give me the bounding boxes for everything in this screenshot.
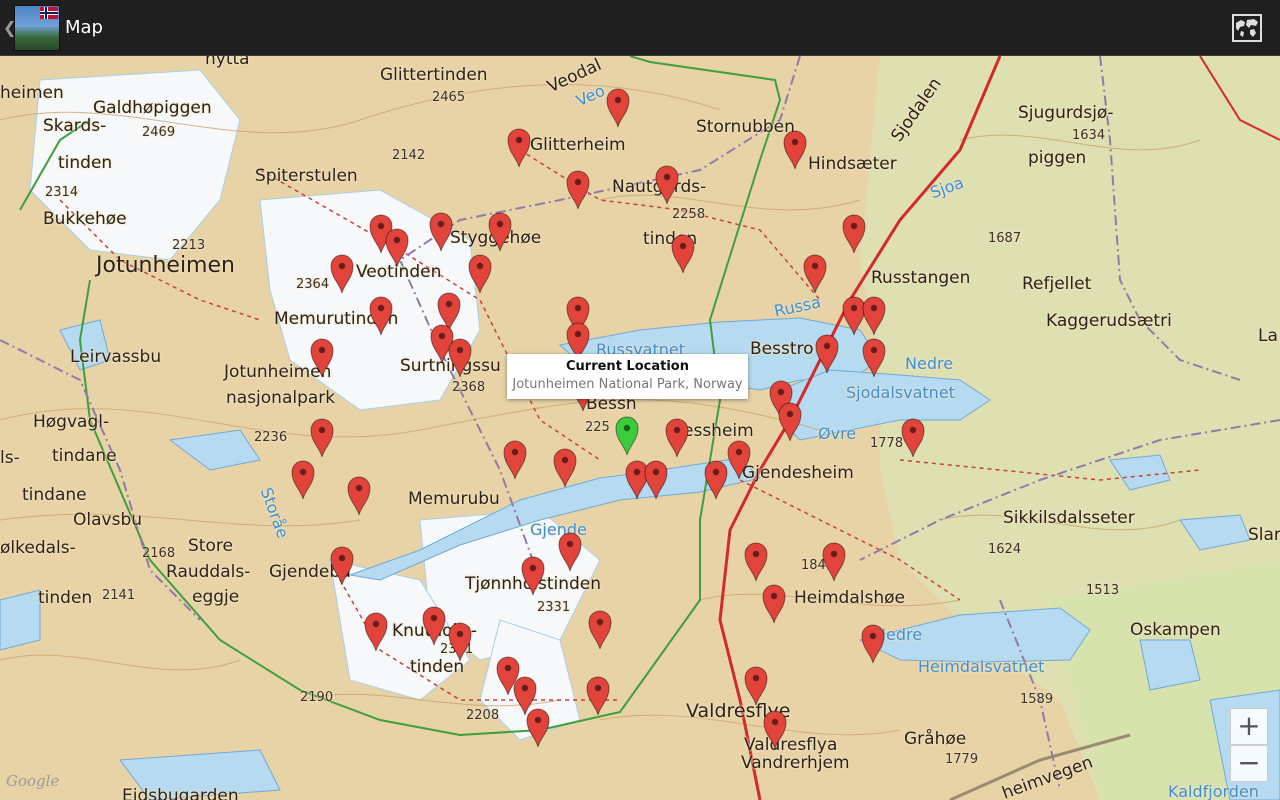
map-marker-icon[interactable] <box>507 128 531 168</box>
map-marker-icon[interactable] <box>422 606 446 646</box>
info-window-title: Current Location <box>566 359 689 374</box>
map-marker-icon[interactable] <box>521 556 545 596</box>
map-marker-icon[interactable] <box>655 165 679 205</box>
map-marker-icon[interactable] <box>862 338 886 378</box>
map-marker-icon[interactable] <box>558 532 582 572</box>
map-marker-icon[interactable] <box>842 214 866 254</box>
norway-flag-icon <box>40 7 58 19</box>
map-marker-icon[interactable] <box>588 610 612 650</box>
map-marker-icon[interactable] <box>815 334 839 374</box>
map-marker-icon[interactable] <box>727 440 751 480</box>
app-logo-icon[interactable] <box>14 5 60 51</box>
map-marker-icon[interactable] <box>310 338 334 378</box>
world-map-icon[interactable] <box>1232 14 1262 42</box>
map-marker-icon[interactable] <box>778 402 802 442</box>
map-marker-icon[interactable] <box>803 254 827 294</box>
current-location-marker-icon[interactable] <box>615 416 639 456</box>
map-marker-icon[interactable] <box>291 460 315 500</box>
map-marker-icon[interactable] <box>448 338 472 378</box>
map-marker-icon[interactable] <box>901 418 925 458</box>
zoom-out-button[interactable]: − <box>1230 745 1268 782</box>
map-marker-icon[interactable] <box>347 476 371 516</box>
map-marker-icon[interactable] <box>526 708 550 748</box>
map-marker-icon[interactable] <box>783 130 807 170</box>
google-attribution: Google <box>6 772 60 790</box>
map-marker-icon[interactable] <box>553 448 577 488</box>
map-marker-icon[interactable] <box>429 212 453 252</box>
action-bar: ❮ Map <box>0 0 1280 56</box>
map-marker-icon[interactable] <box>606 88 630 128</box>
map-marker-icon[interactable] <box>448 622 472 662</box>
map-marker-icon[interactable] <box>671 234 695 274</box>
map-marker-icon[interactable] <box>503 440 527 480</box>
map-marker-icon[interactable] <box>744 542 768 582</box>
info-window-subtitle: Jotunheimen National Park, Norway <box>512 377 743 392</box>
map-marker-icon[interactable] <box>364 612 388 652</box>
map-marker-icon[interactable] <box>586 676 610 716</box>
map-marker-icon[interactable] <box>744 666 768 706</box>
map-view[interactable]: nytta Glittertinden 2465 Veodal Veo Stor… <box>0 56 1280 800</box>
map-marker-icon[interactable] <box>644 460 668 500</box>
map-marker-icon[interactable] <box>665 418 689 458</box>
map-marker-icon[interactable] <box>704 460 728 500</box>
info-window[interactable]: Current Location Jotunheimen National Pa… <box>507 354 748 399</box>
map-marker-icon[interactable] <box>822 542 846 582</box>
map-marker-icon[interactable] <box>330 546 354 586</box>
map-marker-icon[interactable] <box>763 710 787 750</box>
map-marker-icon[interactable] <box>369 296 393 336</box>
map-marker-icon[interactable] <box>385 228 409 268</box>
map-marker-icon[interactable] <box>861 624 885 664</box>
map-marker-icon[interactable] <box>862 296 886 336</box>
markers-layer <box>0 56 1280 800</box>
map-marker-icon[interactable] <box>330 254 354 294</box>
map-marker-icon[interactable] <box>310 418 334 458</box>
map-marker-icon[interactable] <box>488 212 512 252</box>
map-marker-icon[interactable] <box>762 584 786 624</box>
page-title: Map <box>65 17 103 38</box>
zoom-in-button[interactable]: + <box>1230 708 1268 745</box>
map-marker-icon[interactable] <box>468 254 492 294</box>
map-marker-icon[interactable] <box>566 170 590 210</box>
